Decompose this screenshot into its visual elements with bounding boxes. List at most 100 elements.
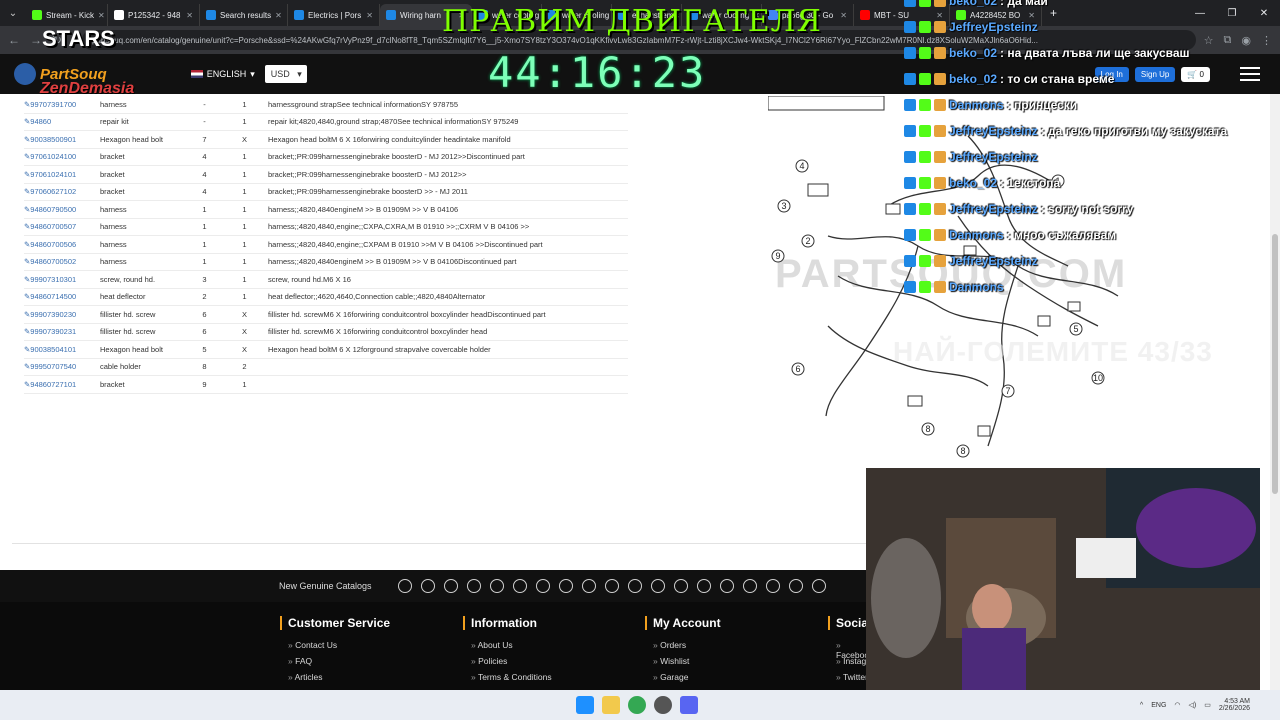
profile-icon[interactable]: ◉ bbox=[1241, 34, 1251, 47]
brand-logo-icon[interactable] bbox=[581, 579, 596, 593]
minimize-icon[interactable]: — bbox=[1184, 8, 1216, 19]
tab-search-icon[interactable]: ⌄ bbox=[0, 0, 26, 26]
browser-tab[interactable]: A4228452 BO ✕ bbox=[950, 4, 1042, 26]
cart-button[interactable]: 🛒 0 bbox=[1181, 66, 1210, 82]
footer-link-instagram[interactable]: Instag bbox=[828, 656, 869, 672]
battery-icon[interactable]: ▭ bbox=[1204, 701, 1211, 709]
table-row[interactable]: ✎94860 repair kit - 1 repair kit;4820,4840,g… bbox=[24, 114, 628, 131]
footer-link-faq[interactable]: FAQ bbox=[280, 656, 390, 672]
brand-logo-icon[interactable] bbox=[742, 579, 757, 593]
footer-link-contact[interactable]: Contact Us bbox=[280, 640, 390, 656]
part-number-link[interactable]: ✎99950707540 bbox=[24, 362, 100, 371]
new-tab-button[interactable]: + bbox=[1042, 6, 1065, 20]
brand-logo-icon[interactable] bbox=[558, 579, 573, 593]
menu-dots-icon[interactable]: ⋮ bbox=[1261, 34, 1272, 47]
catalogs-title[interactable]: New Genuine Catalogs bbox=[279, 581, 372, 591]
part-number-link[interactable]: ✎94860714500 bbox=[24, 292, 100, 301]
browser-tab[interactable]: Electrics | Pors ✕ bbox=[288, 4, 380, 26]
brand-logo-icon[interactable] bbox=[696, 579, 711, 593]
file-explorer-icon[interactable] bbox=[602, 696, 620, 714]
tab-close-icon[interactable]: ✕ bbox=[94, 11, 105, 20]
table-row[interactable]: ✎90038504101 Hexagon head bolt 5 X Hexagon h… bbox=[24, 341, 628, 359]
table-row[interactable]: ✎99907390230 fillister hd. screw 6 Xfillist… bbox=[24, 306, 628, 324]
tab-close-icon[interactable]: ✕ bbox=[182, 11, 193, 20]
back-icon[interactable]: ← bbox=[8, 33, 30, 47]
brand-logo-icon[interactable] bbox=[489, 579, 504, 593]
brand-logo-icon[interactable] bbox=[512, 579, 527, 593]
footer-link-garage[interactable]: Garage bbox=[645, 672, 721, 688]
maximize-icon[interactable]: ❐ bbox=[1216, 8, 1248, 19]
part-number-link[interactable]: ✎97061024101 bbox=[24, 170, 100, 179]
tab-close-icon[interactable]: ✕ bbox=[271, 11, 282, 20]
page-scrollbar[interactable] bbox=[1270, 94, 1280, 690]
wifi-icon[interactable]: ◠ bbox=[1174, 701, 1180, 709]
part-number-link[interactable]: ✎94860700506 bbox=[24, 240, 100, 249]
table-row[interactable]: ✎97061024100 bracket 4 1 bracket;;PR:099harn… bbox=[24, 149, 628, 166]
brand-logo-icon[interactable] bbox=[627, 579, 642, 593]
part-number-link[interactable]: ✎94860700507 bbox=[24, 222, 100, 231]
brand-logo-icon[interactable] bbox=[443, 579, 458, 593]
currency-select[interactable]: USD ▾ bbox=[264, 65, 307, 83]
keyboard-language[interactable]: ENG bbox=[1151, 702, 1166, 709]
signup-button[interactable]: Sign Up bbox=[1134, 66, 1176, 82]
part-number-link[interactable]: ✎94860700502 bbox=[24, 257, 100, 266]
login-button[interactable]: Log In bbox=[1094, 66, 1129, 82]
part-number-link[interactable]: ✎97060627102 bbox=[24, 187, 100, 196]
brand-logo-icon[interactable] bbox=[420, 579, 435, 593]
footer-link-terms[interactable]: Terms & Conditions bbox=[463, 672, 552, 688]
part-number-link[interactable]: ✎94860 bbox=[24, 117, 100, 126]
tab-close-icon[interactable]: ✕ bbox=[1024, 11, 1035, 20]
table-row[interactable]: ✎94860727101 bracket 9 1 bbox=[24, 376, 628, 394]
brand-logo-icon[interactable] bbox=[673, 579, 688, 593]
table-row[interactable]: ✎94860790500 harness 1 1 harness;;4820,4840e… bbox=[24, 201, 628, 219]
start-icon[interactable] bbox=[576, 696, 594, 714]
extensions-icon[interactable]: ⧉ bbox=[1224, 34, 1232, 47]
table-row[interactable]: ✎99907390231 fillister hd. screw 6 Xfillist… bbox=[24, 324, 628, 341]
tray-chevron-icon[interactable]: ^ bbox=[1140, 702, 1143, 709]
browser-tab[interactable]: Search results ✕ bbox=[200, 4, 288, 26]
table-row[interactable]: ✎99907310301 screw, round hd. 3 1 screw, rou… bbox=[24, 271, 628, 289]
clock[interactable]: 4:53 AM 2/26/2026 bbox=[1219, 698, 1250, 712]
brand-logo-icon[interactable] bbox=[535, 579, 550, 593]
tab-close-icon[interactable]: ✕ bbox=[362, 11, 373, 20]
bookmark-star-icon[interactable]: ☆ bbox=[1204, 34, 1214, 47]
brand-logo-icon[interactable] bbox=[811, 579, 826, 593]
table-row[interactable]: ✎94860700507 harness 1 1 harness;;4820,4840,… bbox=[24, 219, 628, 236]
part-number-link[interactable]: ✎94860790500 bbox=[24, 205, 100, 214]
part-number-link[interactable]: ✎97061024100 bbox=[24, 152, 100, 161]
table-row[interactable]: ✎94860714500 heat deflector 2 1 heat deflect… bbox=[24, 289, 628, 306]
brand-logo-icon[interactable] bbox=[650, 579, 665, 593]
table-row[interactable]: ✎99707391700 harness - 1 harnessground strap… bbox=[24, 96, 628, 114]
part-number-link[interactable]: ✎90038504101 bbox=[24, 345, 100, 354]
table-row[interactable]: ✎99950707540 cable holder 8 2 bbox=[24, 359, 628, 376]
footer-link-articles[interactable]: Articles bbox=[280, 672, 390, 688]
browser-tab[interactable]: Stream - Kick ✕ bbox=[26, 4, 108, 26]
table-row[interactable]: ✎97060627102 bracket 4 1 bracket;;PR:099harn… bbox=[24, 184, 628, 201]
discord-icon[interactable] bbox=[680, 696, 698, 714]
footer-link-wishlist[interactable]: Wishlist bbox=[645, 656, 721, 672]
part-number-link[interactable]: ✎94860727101 bbox=[24, 380, 100, 389]
brand-logo-icon[interactable] bbox=[719, 579, 734, 593]
footer-link-orders[interactable]: Orders bbox=[645, 640, 721, 656]
browser-tab[interactable]: P125342 - 948 ✕ bbox=[108, 4, 200, 26]
part-number-link[interactable]: ✎99707391700 bbox=[24, 100, 100, 109]
table-row[interactable]: ✎94860700506 harness 1 1 harness;;4820,4840,… bbox=[24, 236, 628, 254]
brand-logo-icon[interactable] bbox=[397, 579, 412, 593]
footer-link-facebook[interactable]: Faceboo bbox=[828, 640, 869, 660]
volume-icon[interactable]: ◁) bbox=[1189, 701, 1197, 709]
part-number-link[interactable]: ✎99907390231 bbox=[24, 327, 100, 336]
table-row[interactable]: ✎94860700502 harness 1 1 harness;;4820,4840e… bbox=[24, 254, 628, 271]
scrollbar-thumb[interactable] bbox=[1272, 234, 1278, 494]
language-selector[interactable]: ENGLISH ▾ bbox=[190, 69, 255, 80]
part-number-link[interactable]: ✎99907390230 bbox=[24, 310, 100, 319]
browser-tab[interactable]: MBT - SU ✕ bbox=[854, 4, 950, 26]
tab-close-icon[interactable]: ✕ bbox=[836, 11, 847, 20]
wiring-harness-diagram[interactable]: 4 3 2 1 5 6 7 8 8 9 10 bbox=[768, 96, 1148, 466]
table-row[interactable]: ✎90038500901 Hexagon head bolt 7 X Hexagon h… bbox=[24, 131, 628, 149]
brand-logo-icon[interactable] bbox=[765, 579, 780, 593]
obs-icon[interactable] bbox=[654, 696, 672, 714]
footer-link-about[interactable]: About Us bbox=[463, 640, 552, 656]
brand-logo-icon[interactable] bbox=[466, 579, 481, 593]
chrome-icon[interactable] bbox=[628, 696, 646, 714]
hamburger-menu-icon[interactable] bbox=[1240, 67, 1260, 81]
